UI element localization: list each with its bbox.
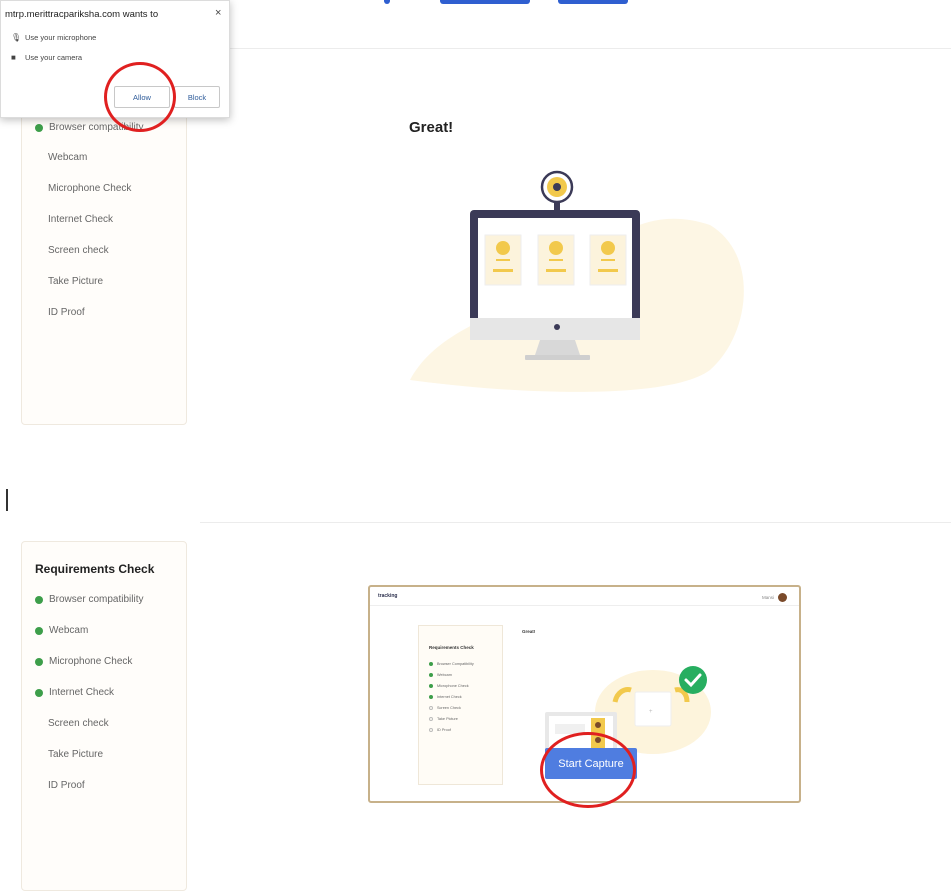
preview-logo: tracking [378, 593, 398, 599]
webcam-illustration [410, 170, 744, 392]
header-divider [200, 522, 951, 523]
highlight-circle-allow [104, 62, 176, 132]
sidebar-item-internet[interactable]: Internet Check [35, 214, 113, 225]
block-button[interactable]: Block [174, 86, 220, 108]
preview-title: Great! [522, 629, 536, 634]
sidebar-item-picture[interactable]: Take Picture [35, 749, 103, 760]
check-icon [35, 626, 43, 635]
svg-text:+: + [649, 709, 653, 715]
header-divider [200, 48, 951, 49]
sidebar-item-screen[interactable]: Screen check [35, 245, 109, 256]
sidebar-item-webcam[interactable]: Webcam [35, 625, 88, 636]
check-icon [35, 688, 43, 697]
avatar [778, 593, 787, 602]
check-icon [35, 657, 43, 666]
sidebar-item-webcam[interactable]: Webcam [35, 152, 87, 163]
section-requirements-check: Requirements Check Browser compatibility… [0, 460, 951, 891]
preview-user: Mansi [762, 593, 787, 602]
popup-site-text: mtrp.merittracpariksha.com wants to [5, 9, 159, 20]
sidebar-item-microphone[interactable]: Microphone Check [35, 183, 131, 194]
preview-sidebar: Requirements Check Browser Compatibility… [418, 625, 503, 785]
close-icon[interactable]: × [215, 7, 221, 19]
requirements-sidebar: Browser compatibility Webcam Microphone … [21, 100, 187, 425]
check-icon [35, 123, 43, 132]
sidebar-item-screen[interactable]: Screen check [35, 718, 109, 729]
permission-camera: ■ Use your camera [11, 53, 83, 62]
requirements-sidebar: Requirements Check Browser compatibility… [21, 541, 187, 891]
sidebar-title: Requirements Check [35, 562, 155, 576]
page-title: Great! [409, 119, 454, 136]
check-icon [35, 595, 43, 604]
sidebar-item-id-proof[interactable]: ID Proof [35, 307, 85, 318]
section-permission-check: Browser compatibility Webcam Microphone … [0, 0, 951, 445]
camera-icon: ■ [11, 53, 16, 62]
sidebar-item-browser[interactable]: Browser compatibility [35, 594, 143, 605]
sidebar-item-id-proof[interactable]: ID Proof [35, 780, 85, 791]
microphone-icon: 🎙 [11, 33, 22, 42]
sidebar-item-microphone[interactable]: Microphone Check [35, 656, 132, 667]
sidebar-item-internet[interactable]: Internet Check [35, 687, 114, 698]
highlight-circle-start-capture [540, 732, 636, 808]
sidebar-item-picture[interactable]: Take Picture [35, 276, 103, 287]
permission-microphone: 🎙 Use your microphone [11, 33, 97, 42]
